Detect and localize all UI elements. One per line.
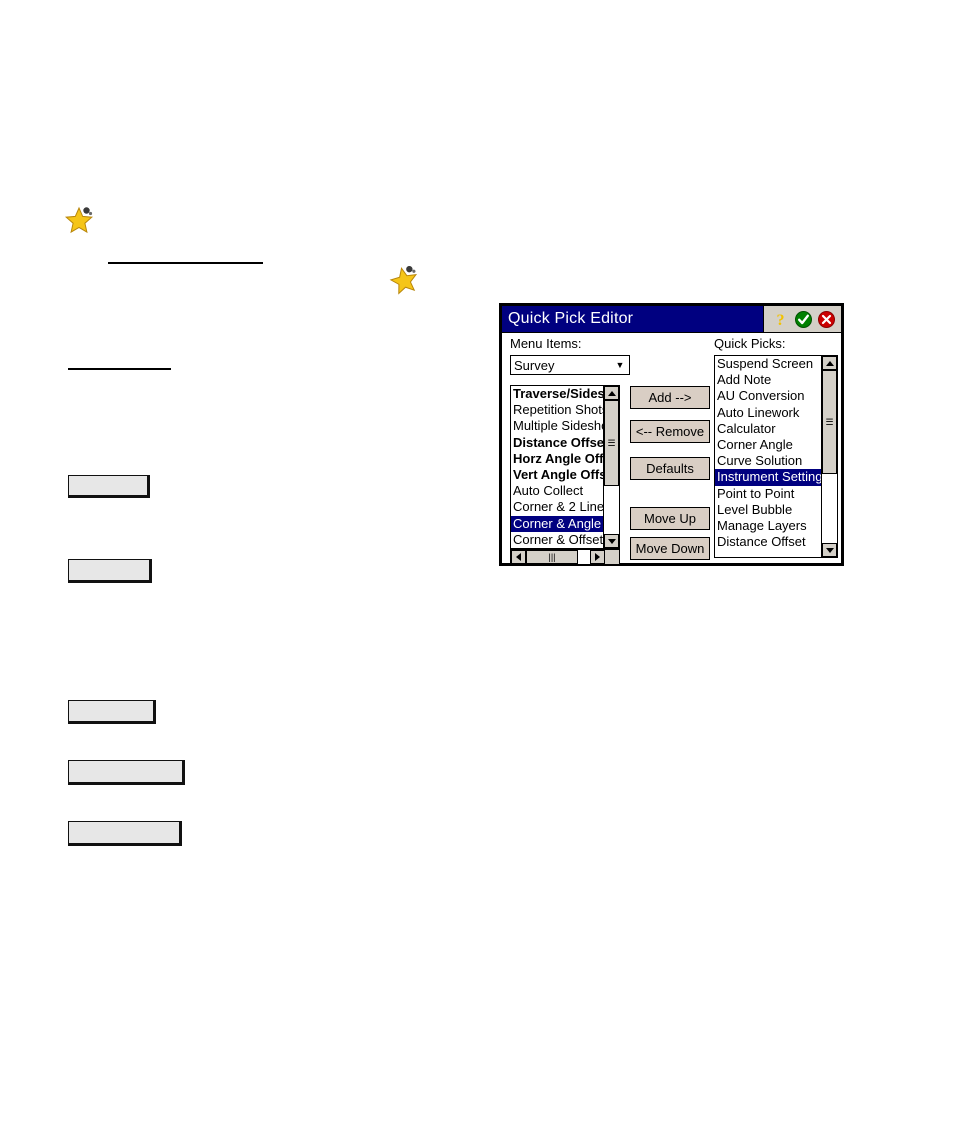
quick-picks-scroll-track[interactable]: ☰ xyxy=(822,370,837,543)
scroll-left-button[interactable] xyxy=(511,550,526,564)
quick-picks-listbox[interactable]: Suspend Screen Add Note AU Conversion Auto … xyxy=(714,355,838,558)
menu-items-item[interactable]: Repetition Shots xyxy=(511,402,603,418)
menu-items-item[interactable]: Distance Offset xyxy=(511,435,603,451)
help-icon[interactable]: ? xyxy=(772,311,789,328)
menu-items-item[interactable]: Horz Angle Offset xyxy=(511,451,603,467)
heading-underline-2 xyxy=(68,368,171,370)
dialog-title: Quick Pick Editor xyxy=(508,310,634,327)
scroll-grip-icon: ☰ xyxy=(607,437,616,448)
quick-picks-item[interactable]: AU Conversion xyxy=(715,388,821,404)
redacted-box-4 xyxy=(68,760,185,785)
ok-check-icon[interactable] xyxy=(795,310,812,328)
remove-button[interactable]: <-- Remove xyxy=(630,420,710,443)
quick-picks-list: Suspend Screen Add Note AU Conversion Auto … xyxy=(715,356,821,557)
redacted-box-1 xyxy=(68,475,150,498)
scroll-right-button[interactable] xyxy=(590,550,605,564)
triangle-up-icon xyxy=(825,360,834,366)
menu-category-dropdown[interactable]: Survey ▼ xyxy=(510,355,630,375)
defaults-button[interactable]: Defaults xyxy=(630,457,710,480)
quick-picks-item[interactable]: Instrument Settings xyxy=(715,469,821,486)
quick-picks-item[interactable]: Calculator xyxy=(715,421,821,437)
scroll-down-button[interactable] xyxy=(604,534,619,548)
menu-items-hscroll-thumb[interactable]: ||| xyxy=(526,550,578,564)
menu-items-scroll-thumb[interactable]: ☰ xyxy=(604,400,619,486)
menu-items-item[interactable]: Corner & Offset xyxy=(511,532,603,548)
redacted-box-5 xyxy=(68,821,182,846)
hscroll-corner xyxy=(605,550,619,564)
quick-picks-item[interactable]: Curve Solution xyxy=(715,453,821,469)
menu-items-scroll-track[interactable]: ☰ xyxy=(604,400,619,534)
move-down-button[interactable]: Move Down xyxy=(630,537,710,560)
menu-items-hscrollbar[interactable]: ||| xyxy=(510,549,620,565)
menu-category-value: Survey xyxy=(514,357,555,373)
menu-items-item[interactable]: Traverse/Sideshot xyxy=(511,386,603,402)
qp-scroll-up-button[interactable] xyxy=(822,356,837,370)
quick-picks-item[interactable]: Distance Offset xyxy=(715,534,821,550)
menu-items-label: Menu Items: xyxy=(510,336,582,351)
quick-picks-scroll-thumb[interactable]: ☰ xyxy=(822,370,837,474)
title-bar-icon-group: ? xyxy=(763,306,841,332)
menu-items-item[interactable]: Corner & 2 Lines xyxy=(511,499,603,515)
triangle-down-icon xyxy=(607,538,616,544)
quick-picks-item[interactable]: Corner Angle xyxy=(715,437,821,453)
star-icon-2 xyxy=(386,263,421,297)
quick-picks-item[interactable]: Level Bubble xyxy=(715,502,821,518)
triangle-right-icon xyxy=(595,553,600,561)
quick-picks-item[interactable]: Manage Layers xyxy=(715,518,821,534)
menu-items-list: Traverse/SideshotRepetition ShotsMultipl… xyxy=(511,386,603,548)
menu-items-hscroll-track[interactable] xyxy=(578,550,590,564)
scroll-grip-icon: ☰ xyxy=(825,416,834,427)
menu-items-vscrollbar[interactable]: ☰ xyxy=(603,386,619,548)
menu-items-item[interactable]: Vert Angle Offset xyxy=(511,467,603,483)
chevron-down-icon: ▼ xyxy=(615,359,625,370)
quick-picks-item[interactable]: Add Note xyxy=(715,372,821,388)
heading-underline-1 xyxy=(108,262,263,264)
menu-items-item[interactable]: Corner & Angle xyxy=(511,515,603,532)
triangle-up-icon xyxy=(607,390,616,396)
triangle-left-icon xyxy=(516,553,521,561)
dialog-body: Menu Items: Quick Picks: Survey ▼ Traver… xyxy=(502,333,841,565)
triangle-down-icon xyxy=(825,547,834,553)
dialog-title-bar: Quick Pick Editor ? xyxy=(502,306,841,333)
scroll-up-button[interactable] xyxy=(604,386,619,400)
quick-picks-item[interactable]: Suspend Screen xyxy=(715,356,821,372)
star-icon-1 xyxy=(64,206,94,234)
menu-items-listbox[interactable]: Traverse/SideshotRepetition ShotsMultipl… xyxy=(510,385,620,549)
close-icon[interactable] xyxy=(818,310,835,328)
quick-picks-item[interactable]: Point to Point xyxy=(715,486,821,502)
hscroll-grip-icon: ||| xyxy=(548,551,556,562)
menu-items-item[interactable]: Auto Collect xyxy=(511,483,603,499)
quick-pick-editor-dialog: Quick Pick Editor ? Menu Items: Quick Pi… xyxy=(499,303,844,566)
move-up-button[interactable]: Move Up xyxy=(630,507,710,530)
qp-scroll-down-button[interactable] xyxy=(822,543,837,557)
svg-text:?: ? xyxy=(777,312,785,328)
menu-items-item[interactable]: Multiple Sideshots xyxy=(511,418,603,434)
redacted-box-2 xyxy=(68,559,152,583)
quick-picks-label: Quick Picks: xyxy=(714,336,786,351)
redacted-box-3 xyxy=(68,700,156,724)
quick-picks-vscrollbar[interactable]: ☰ xyxy=(821,356,837,557)
add-button[interactable]: Add --> xyxy=(630,386,710,409)
quick-picks-item[interactable]: Auto Linework xyxy=(715,405,821,421)
